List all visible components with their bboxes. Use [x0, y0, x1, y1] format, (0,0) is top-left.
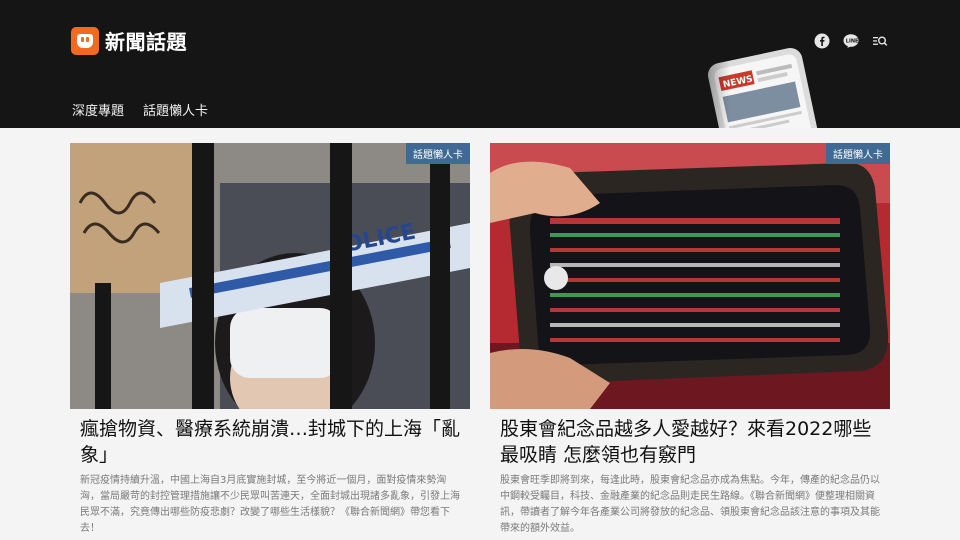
site-name: 新聞話題: [105, 30, 187, 54]
plug-logo-icon: [71, 26, 99, 55]
svg-text:LINE: LINE: [846, 39, 859, 45]
category-badge[interactable]: 話題懶人卡: [406, 143, 470, 164]
article-image-stock-phone[interactable]: 話題懶人卡: [490, 143, 890, 409]
site-header: 新聞話題 NEWS LINE 深度專題 話題懶人卡: [0, 0, 960, 128]
article-description: 股東會旺季即將到來，每逢此時，股東會紀念品亦成為焦點。今年，傳產的紀念品仍以中鋼…: [500, 475, 880, 534]
facebook-icon[interactable]: [814, 33, 830, 49]
nav-item-topic-cards[interactable]: 話題懶人卡: [143, 100, 208, 119]
nav-item-feature[interactable]: 深度專題: [72, 100, 124, 119]
article-card[interactable]: POLICE 話題懶人卡 瘋搶物資、醫療系統崩潰…封城下的上海「亂象」 新冠疫情…: [70, 143, 470, 537]
article-title[interactable]: 瘋搶物資、醫療系統崩潰…封城下的上海「亂象」: [80, 416, 460, 468]
main-nav: 深度專題 話題懶人卡: [72, 100, 208, 119]
line-icon[interactable]: LINE: [843, 33, 859, 49]
article-card[interactable]: 話題懶人卡 股東會紀念品越多人愛越好？來看2022哪些最吸睛 怎麼領也有竅門 股…: [490, 143, 890, 537]
phone-news-illustration: NEWS: [690, 45, 821, 128]
article-description: 新冠疫情持續升溫，中國上海自3月底實施封城，至今將近一個月，面對疫情來勢洶洶，當…: [80, 475, 460, 534]
article-title[interactable]: 股東會紀念品越多人愛越好？來看2022哪些最吸睛 怎麼領也有竅門: [500, 416, 880, 468]
category-badge[interactable]: 話題懶人卡: [826, 143, 890, 164]
search-menu-icon[interactable]: [872, 33, 888, 49]
article-image-shanghai-lockdown[interactable]: POLICE 話題懶人卡: [70, 143, 470, 409]
site-logo[interactable]: 新聞話題: [71, 26, 187, 55]
